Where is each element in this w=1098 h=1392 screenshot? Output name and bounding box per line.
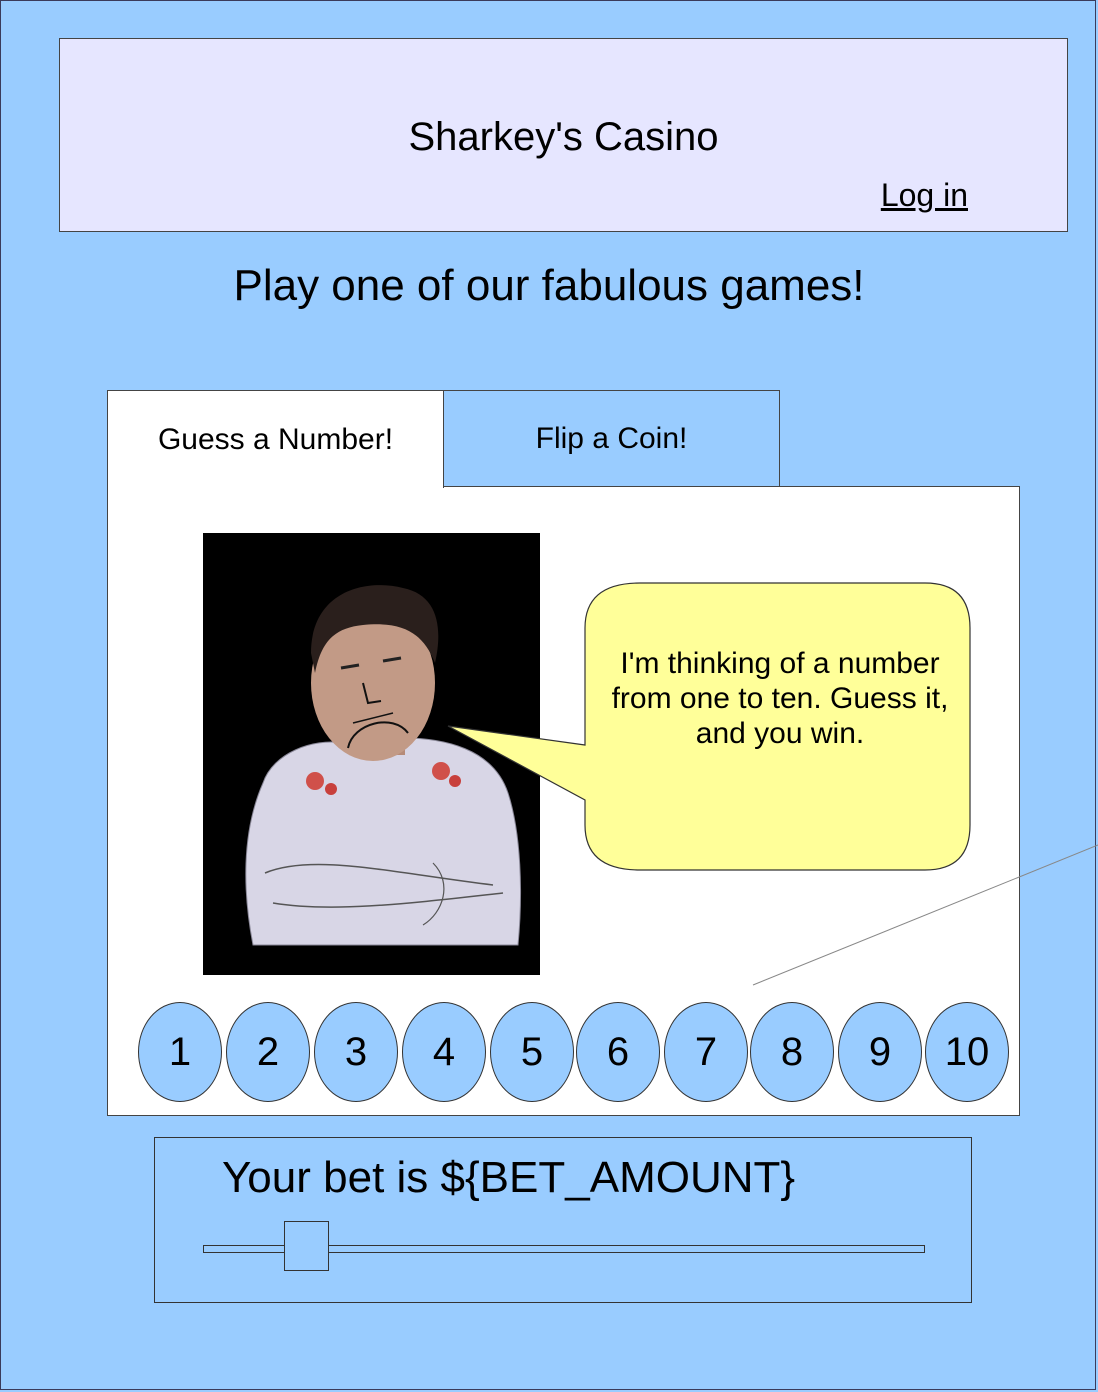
number-button-row: 1 2 3 4 5 6 7 8 9 10 — [138, 1002, 1009, 1102]
bet-slider-thumb[interactable] — [284, 1221, 329, 1271]
tab-flip-a-coin[interactable]: Flip a Coin! — [443, 390, 780, 487]
bet-panel: Your bet is ${BET_AMOUNT} — [154, 1137, 972, 1303]
number-button-8[interactable]: 8 — [750, 1002, 834, 1102]
number-button-10[interactable]: 10 — [925, 1002, 1009, 1102]
dealer-speech-text: I'm thinking of a number from one to ten… — [611, 647, 949, 750]
site-title: Sharkey's Casino — [408, 115, 719, 159]
tagline: Play one of our fabulous games! — [233, 261, 865, 310]
dealer-illustration — [245, 585, 522, 946]
number-button-5[interactable]: 5 — [490, 1002, 574, 1102]
login-link[interactable]: Log in — [881, 175, 968, 215]
number-button-7[interactable]: 7 — [664, 1002, 748, 1102]
tab-guess-a-number[interactable]: Guess a Number! — [107, 390, 444, 488]
number-button-3[interactable]: 3 — [314, 1002, 398, 1102]
number-button-9[interactable]: 9 — [838, 1002, 922, 1102]
tab-label: Flip a Coin! — [535, 421, 688, 455]
dealer-portrait — [203, 533, 540, 975]
number-button-1[interactable]: 1 — [138, 1002, 222, 1102]
number-button-2[interactable]: 2 — [226, 1002, 310, 1102]
tab-label: Guess a Number! — [157, 422, 394, 456]
number-button-4[interactable]: 4 — [402, 1002, 486, 1102]
number-button-6[interactable]: 6 — [576, 1002, 660, 1102]
bet-label: Your bet is ${BET_AMOUNT} — [222, 1153, 796, 1202]
